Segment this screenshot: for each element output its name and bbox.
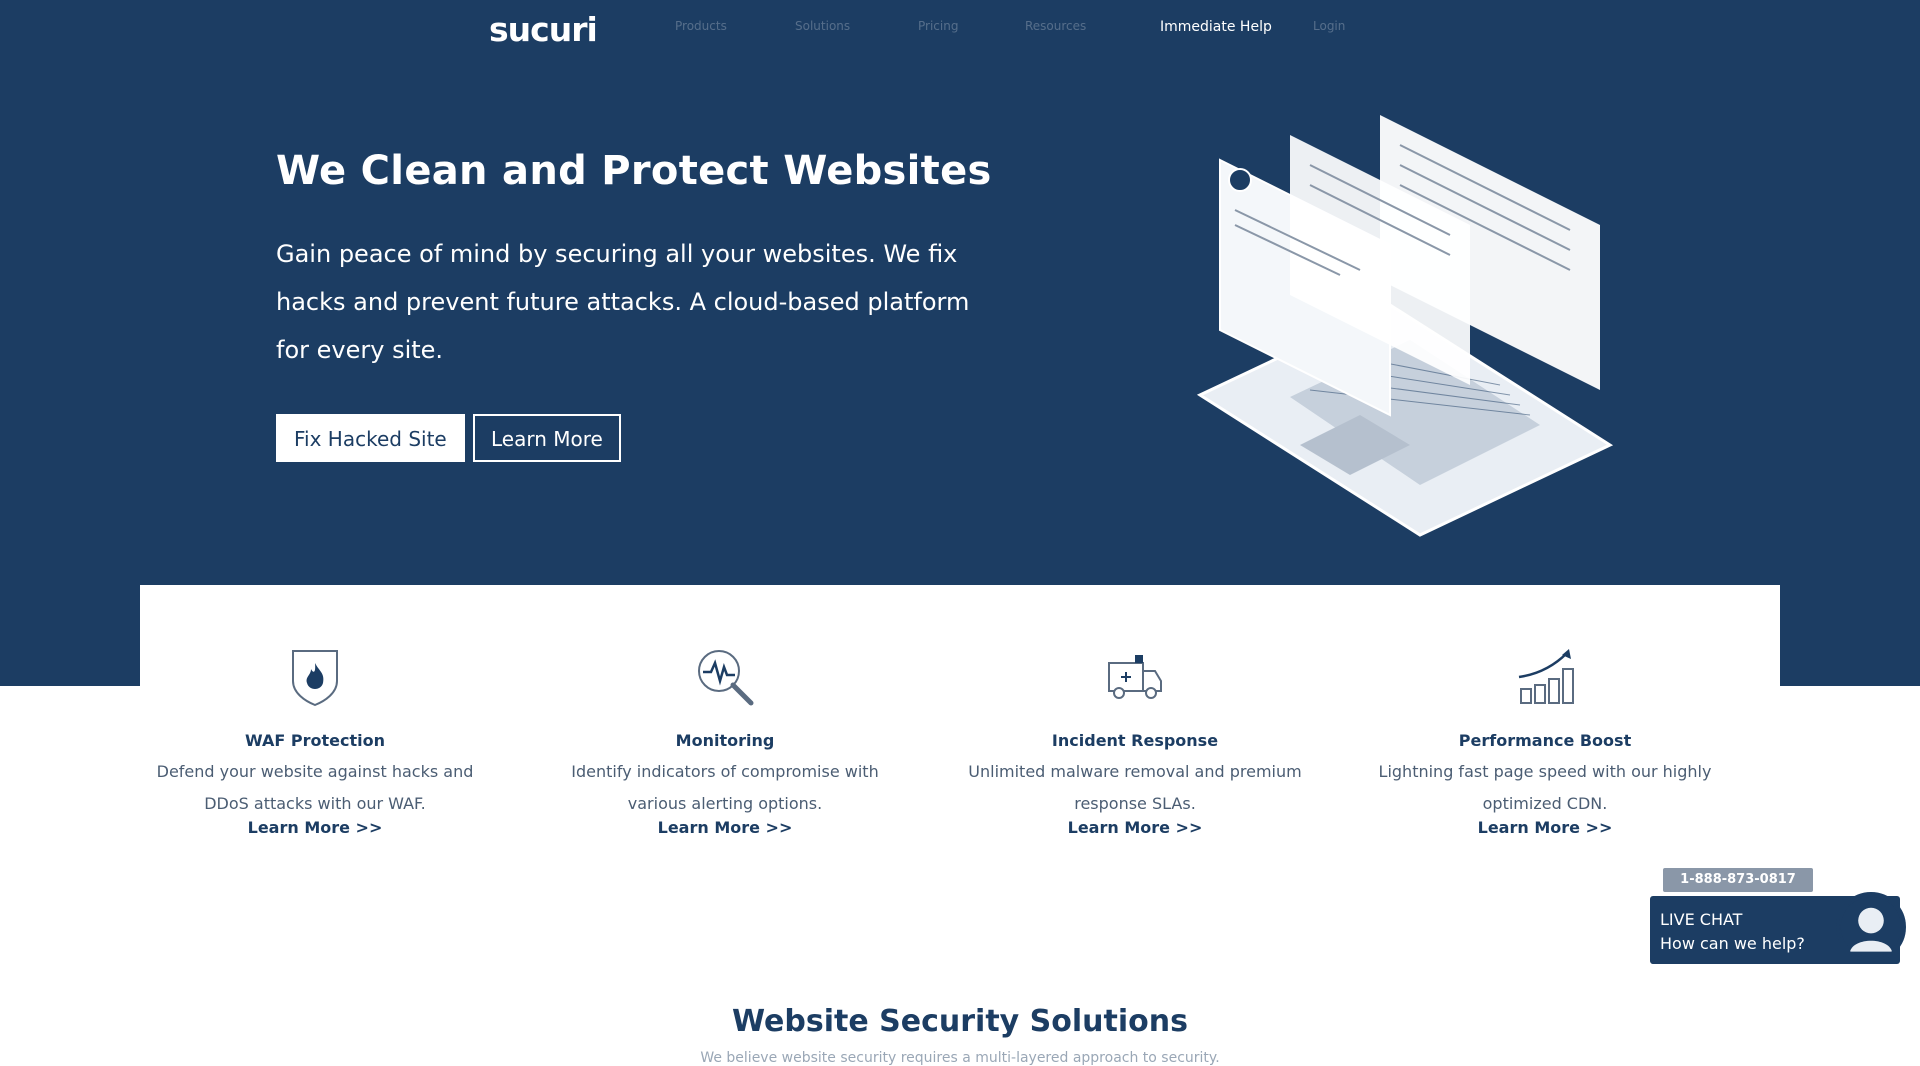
nav-pricing[interactable]: Pricing	[918, 19, 958, 33]
sucuri-logo[interactable]: sucuri	[489, 10, 598, 49]
nav-login[interactable]: Login	[1313, 19, 1345, 33]
fix-hacked-site-button[interactable]: Fix Hacked Site	[276, 414, 465, 462]
top-nav: sucuri Products Solutions Pricing Resour…	[0, 0, 1920, 56]
feature-performance: Performance Boost Lightning fast page sp…	[1375, 645, 1715, 837]
feature-monitoring: Monitoring Identify indicators of compro…	[555, 645, 895, 837]
feature-learn-more-link[interactable]: Learn More >>	[145, 818, 485, 837]
feature-learn-more-link[interactable]: Learn More >>	[1375, 818, 1715, 837]
phone-number[interactable]: 1-888-873-0817	[1663, 868, 1813, 892]
feature-waf: WAF Protection Defend your website again…	[145, 645, 485, 837]
feature-title: Incident Response	[1051, 731, 1219, 750]
growth-chart-icon	[1518, 649, 1574, 704]
live-chat-subtitle: How can we help?	[1660, 934, 1805, 953]
solutions-desc: We believe website security requires a m…	[700, 1050, 1220, 1066]
laptop-illustration	[1196, 115, 1614, 537]
feature-incident-response: Incident Response Unlimited malware remo…	[965, 645, 1305, 837]
feature-learn-more-link[interactable]: Learn More >>	[965, 818, 1305, 837]
feature-desc: Unlimited malware removal and premium re…	[968, 762, 1302, 813]
shield-flame-icon	[292, 650, 338, 707]
hero-subtitle: Gain peace of mind by securing all your …	[276, 240, 970, 364]
nav-solutions[interactable]: Solutions	[795, 19, 850, 33]
feature-title: Performance Boost	[1458, 731, 1632, 750]
feature-title: WAF Protection	[245, 731, 385, 750]
live-chat-widget[interactable]: 1-888-873-0817 LIVE CHAT How can we help…	[1650, 868, 1906, 964]
nav-resources[interactable]: Resources	[1025, 19, 1086, 33]
live-chat-title: LIVE CHAT	[1660, 910, 1743, 929]
nav-immediate-help[interactable]: Immediate Help	[1160, 19, 1272, 35]
nav-products[interactable]: Products	[675, 19, 727, 33]
magnifier-pulse-icon	[698, 650, 754, 706]
feature-title: Monitoring	[675, 731, 775, 750]
hero-section: sucuri Products Solutions Pricing Resour…	[0, 0, 1920, 686]
agent-avatar	[1836, 892, 1906, 962]
feature-desc: Lightning fast page speed with our highl…	[1378, 762, 1712, 813]
features-card: WAF Protection Defend your website again…	[140, 585, 1780, 885]
feature-desc: Defend your website against hacks and DD…	[156, 762, 474, 813]
feature-desc: Identify indicators of compromise with v…	[571, 762, 879, 813]
ambulance-icon	[1108, 655, 1162, 699]
learn-more-button[interactable]: Learn More	[473, 414, 621, 462]
hero-title: We Clean and Protect Websites	[276, 148, 992, 194]
solutions-title: Website Security Solutions	[732, 1004, 1188, 1039]
feature-learn-more-link[interactable]: Learn More >>	[555, 818, 895, 837]
